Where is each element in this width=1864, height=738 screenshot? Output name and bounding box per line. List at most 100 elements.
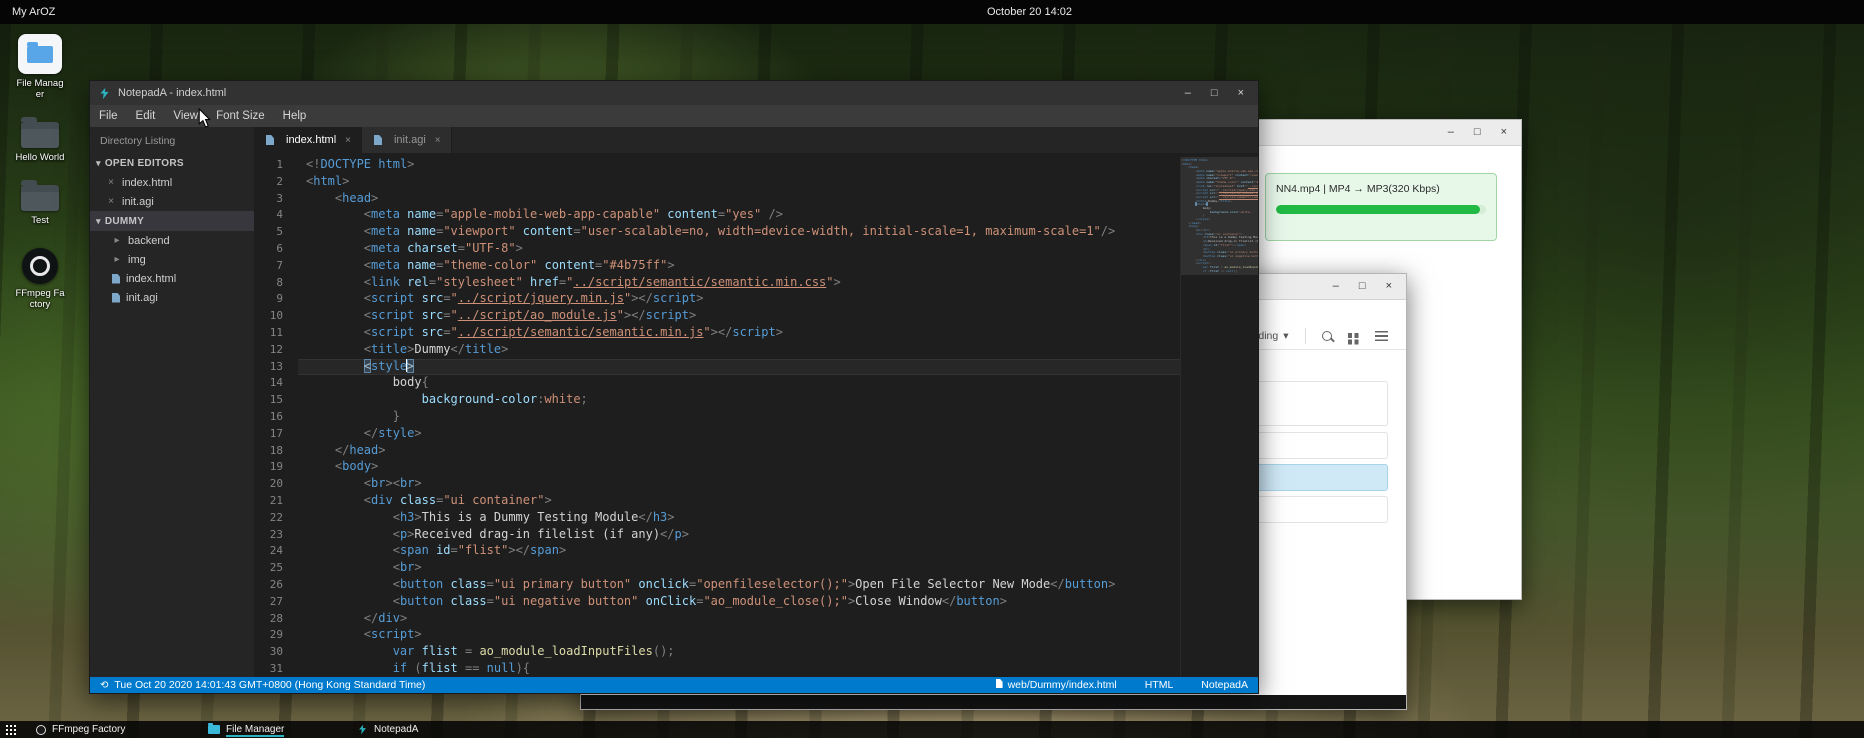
- code-line-29[interactable]: <script>: [298, 627, 1180, 644]
- line-number: 2: [254, 174, 283, 191]
- code-line-24[interactable]: <span id="flist"></span>: [298, 543, 1180, 560]
- line-number-gutter: 1234567891011121314151617181920212223242…: [254, 157, 298, 677]
- desktop-icon-ffmpeg-factory[interactable]: FFmpeg Factory: [8, 248, 72, 310]
- notepada-logo-icon: [357, 724, 368, 735]
- code-content[interactable]: <!DOCTYPE html><html> <head> <meta name=…: [298, 157, 1180, 677]
- code-line-1[interactable]: <!DOCTYPE html>: [298, 157, 1180, 174]
- code-line-30[interactable]: var flist = ao_module_loadInputFiles();: [298, 644, 1180, 661]
- line-number: 27: [254, 594, 283, 611]
- code-line-17[interactable]: </style>: [298, 426, 1180, 443]
- system-menu[interactable]: My ArOZ: [12, 6, 55, 18]
- taskbar: FFmpeg Factory File Manager NotepadA: [0, 721, 1864, 738]
- app-tile-icon: [18, 34, 62, 74]
- tree-item-label: index.html: [126, 273, 176, 285]
- maximize-button[interactable]: □: [1211, 88, 1218, 99]
- start-menu-button[interactable]: [5, 724, 16, 735]
- grid-view-icon[interactable]: [1348, 333, 1353, 338]
- line-number: 6: [254, 241, 283, 258]
- code-line-22[interactable]: <h3>This is a Dummy Testing Module</h3>: [298, 510, 1180, 527]
- maximize-button[interactable]: □: [1474, 127, 1481, 138]
- close-icon[interactable]: ×: [104, 196, 118, 207]
- line-number: 20: [254, 476, 283, 493]
- maximize-button[interactable]: □: [1359, 281, 1366, 292]
- code-line-13[interactable]: <style>: [298, 359, 1180, 376]
- file-icon: [266, 135, 274, 145]
- desktop-icon-test[interactable]: Test: [8, 185, 72, 226]
- clock: October 20 14:02: [987, 6, 1072, 18]
- tree-section-dummy[interactable]: ▾DUMMY: [90, 211, 254, 231]
- minimize-button[interactable]: –: [1185, 88, 1191, 99]
- folder-icon: [208, 725, 220, 734]
- code-line-2[interactable]: <html>: [298, 174, 1180, 191]
- code-line-27[interactable]: <button class="ui negative button" onCli…: [298, 594, 1180, 611]
- tree-item-backend[interactable]: ▸backend: [90, 231, 254, 250]
- code-line-19[interactable]: <body>: [298, 459, 1180, 476]
- desktop-icon-label: File Manager: [14, 78, 66, 100]
- minimize-button[interactable]: –: [1448, 127, 1454, 138]
- search-icon[interactable]: [1322, 331, 1332, 341]
- line-number: 18: [254, 443, 283, 460]
- list-view-icon[interactable]: [1375, 331, 1388, 341]
- tab-init-agi[interactable]: init.agi×: [362, 127, 452, 153]
- toolbar-divider: [1305, 328, 1306, 344]
- close-icon[interactable]: ×: [345, 135, 351, 146]
- code-line-6[interactable]: <meta charset="UTF-8">: [298, 241, 1180, 258]
- code-line-8[interactable]: <link rel="stylesheet" href="../script/s…: [298, 275, 1180, 292]
- file-tree-sidebar: Directory Listing ▾OPEN EDITORS×index.ht…: [90, 127, 254, 677]
- minimap[interactable]: <!DOCTYPE html><html> <head> <meta name=…: [1180, 157, 1258, 677]
- tree-item-index-html[interactable]: ×index.html: [90, 173, 254, 192]
- code-line-18[interactable]: </head>: [298, 443, 1180, 460]
- desktop-icon-file-manager[interactable]: File Manager: [8, 34, 72, 100]
- desktop-icon-hello-world[interactable]: Hello World: [8, 122, 72, 163]
- code-line-3[interactable]: <head>: [298, 191, 1180, 208]
- tree-item-init-agi[interactable]: init.agi: [90, 288, 254, 307]
- code-line-11[interactable]: <script src="../script/semantic/semantic…: [298, 325, 1180, 342]
- code-line-25[interactable]: <br>: [298, 560, 1180, 577]
- code-line-7[interactable]: <meta name="theme-color" content="#4b75f…: [298, 258, 1180, 275]
- line-number: 21: [254, 493, 283, 510]
- code-line-4[interactable]: <meta name="apple-mobile-web-app-capable…: [298, 207, 1180, 224]
- code-line-12[interactable]: <title>Dummy</title>: [298, 342, 1180, 359]
- line-number: 19: [254, 459, 283, 476]
- code-line-21[interactable]: <div class="ui container">: [298, 493, 1180, 510]
- minimize-button[interactable]: –: [1333, 281, 1339, 292]
- taskbar-item-file-manager[interactable]: File Manager: [208, 721, 284, 738]
- code-line-26[interactable]: <button class="ui primary button" onclic…: [298, 577, 1180, 594]
- line-number: 10: [254, 308, 283, 325]
- close-button[interactable]: ×: [1501, 127, 1507, 138]
- line-number: 3: [254, 191, 283, 208]
- tree-item-img[interactable]: ▸img: [90, 250, 254, 269]
- close-button[interactable]: ×: [1386, 281, 1392, 292]
- code-line-9[interactable]: <script src="../script/jquery.min.js"></…: [298, 291, 1180, 308]
- code-line-14[interactable]: body{: [298, 375, 1180, 392]
- taskbar-item-ffmpeg-factory[interactable]: FFmpeg Factory: [36, 721, 125, 738]
- code-line-16[interactable]: }: [298, 409, 1180, 426]
- line-number: 11: [254, 325, 283, 342]
- line-number: 17: [254, 426, 283, 443]
- conversion-task-card: NN4.mp4 | MP4 → MP3(320 Kbps): [1265, 173, 1497, 241]
- close-button[interactable]: ×: [1238, 88, 1244, 99]
- notepada-titlebar[interactable]: NotepadA - index.html – □ ×: [90, 81, 1258, 105]
- line-number: 22: [254, 510, 283, 527]
- menu-item-help[interactable]: Help: [274, 110, 316, 122]
- menu-item-edit[interactable]: Edit: [127, 110, 165, 122]
- chevron-down-icon: ▾: [96, 158, 101, 169]
- code-line-5[interactable]: <meta name="viewport" content="user-scal…: [298, 224, 1180, 241]
- tree-item-index-html[interactable]: index.html: [90, 269, 254, 288]
- tab-index-html[interactable]: index.html×: [254, 127, 362, 153]
- code-line-20[interactable]: <br><br>: [298, 476, 1180, 493]
- code-line-10[interactable]: <script src="../script/ao_module.js"></s…: [298, 308, 1180, 325]
- code-line-15[interactable]: background-color:white;: [298, 392, 1180, 409]
- code-line-23[interactable]: <p>Received drag-in filelist (if any)</p…: [298, 527, 1180, 544]
- menu-item-file[interactable]: File: [90, 110, 127, 122]
- code-line-31[interactable]: if (flist == null){: [298, 661, 1180, 677]
- close-icon[interactable]: ×: [435, 135, 441, 146]
- menu-item-font-size[interactable]: Font Size: [207, 110, 274, 122]
- tree-item-init-agi[interactable]: ×init.agi: [90, 192, 254, 211]
- code-editor: index.html×init.agi× 1234567891011121314…: [254, 127, 1258, 677]
- notepada-window: NotepadA - index.html – □ × FileEditView…: [89, 80, 1259, 694]
- code-line-28[interactable]: </div>: [298, 611, 1180, 628]
- close-icon[interactable]: ×: [104, 177, 118, 188]
- taskbar-item-notepada[interactable]: NotepadA: [357, 721, 418, 738]
- tree-section-open-editors[interactable]: ▾OPEN EDITORS: [90, 153, 254, 173]
